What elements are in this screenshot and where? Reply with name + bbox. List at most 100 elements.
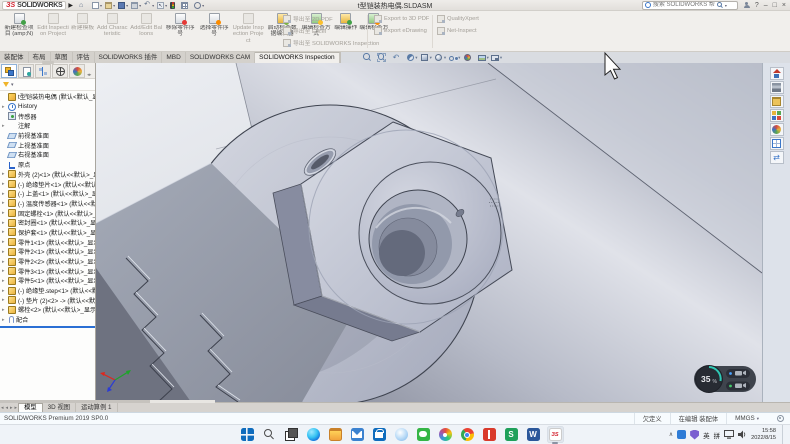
task-pane-tab[interactable] (770, 109, 784, 122)
ribbon-button[interactable]: Add Characteristic (95, 12, 129, 51)
weather-icon[interactable] (393, 426, 410, 443)
dropdown-caret-icon[interactable]: ▾ (458, 55, 460, 61)
ribbon-button[interactable]: 移除零件序号 (163, 12, 197, 51)
status-options-icon[interactable] (777, 415, 784, 422)
ime-language-indicator[interactable]: 英 (703, 430, 710, 440)
ribbon-button[interactable]: Edit Inspection Project (36, 12, 70, 51)
tab-property-manager[interactable] (18, 64, 34, 78)
tree-item[interactable]: ▸ (-) 绝缘垫.step<1> (默认<<默认>_ (0, 286, 95, 296)
dropdown-caret-icon[interactable]: ▾ (113, 3, 115, 8)
clock[interactable]: 15:58 2022/8/15 (751, 428, 776, 441)
chrome-icon[interactable] (459, 426, 476, 443)
document-tab[interactable]: 模型 (18, 403, 43, 412)
ribbon-button[interactable]: 选择零件序号 (197, 12, 231, 51)
quick-access-button[interactable]: ▾ (170, 2, 178, 9)
quick-access-button[interactable]: ▾ (131, 2, 141, 9)
help-button[interactable]: ? (755, 1, 759, 10)
security-shield-icon[interactable] (690, 430, 699, 440)
command-tab[interactable]: SOLIDWORKS 插件 (95, 52, 163, 63)
panel-splitter-handle[interactable] (42, 61, 54, 64)
tree-item[interactable]: ▸ 传感器 (0, 111, 95, 121)
ribbon-menu-item[interactable]: Net-Inspect (437, 26, 479, 35)
ribbon-button[interactable]: 新建检查项目 (amp;N) (2, 12, 36, 51)
word-icon[interactable]: W (525, 426, 542, 443)
heads-up-button[interactable]: ▾ (420, 53, 432, 62)
filter-caret-icon[interactable]: ▾ (11, 82, 14, 88)
hidden-icons-chevron[interactable]: ∧ (669, 431, 673, 438)
tree-item[interactable]: ▸ (-) 绝缘垫片<1> (默认<<默认>_显示 (0, 179, 95, 189)
tree-item[interactable]: ▸ 零件1<1> (默认<<默认>_显示状态 (0, 237, 95, 247)
menu-expand-arrow-icon[interactable]: ▶ (68, 2, 73, 9)
command-tab[interactable]: 评估 (73, 52, 95, 63)
file-explorer-icon[interactable] (327, 426, 344, 443)
tree-item[interactable]: ▸ (-) 垫片 (2)<2> -> (默认<<默认>_显 (0, 295, 95, 305)
tab-feature-tree[interactable] (1, 64, 17, 78)
store-icon[interactable] (371, 426, 388, 443)
ribbon-button[interactable]: Update Inspection Project (231, 12, 265, 51)
quick-access-button[interactable]: ⌂ ▾ (79, 2, 89, 9)
edge-icon[interactable] (305, 426, 322, 443)
search-button[interactable] (261, 426, 278, 443)
search-input[interactable] (653, 2, 715, 8)
heads-up-button[interactable]: ▾ (377, 53, 389, 62)
restore-button[interactable]: □ (773, 1, 777, 10)
tree-item[interactable]: ▸ History (0, 102, 95, 112)
dropdown-caret-icon[interactable]: ▾ (415, 55, 417, 61)
tree-item[interactable]: ▸ 固定螺栓<1> (默认<<默认>_显示状 (0, 208, 95, 218)
tree-item[interactable]: ▸ 螺栓<2> (默认<<默认>_显示状态 (0, 305, 95, 315)
ribbon-menu-item[interactable]: Export eDrawing (374, 26, 429, 35)
quick-access-button[interactable]: ▾ (105, 2, 115, 9)
dropdown-caret-icon[interactable]: ▾ (430, 55, 432, 61)
login-user-icon[interactable] (744, 2, 750, 8)
wps-icon[interactable]: S (503, 426, 520, 443)
task-pane-tab[interactable]: ⇄ (770, 151, 784, 164)
tab-scroll-arrows[interactable]: ◂ ▸ (87, 72, 90, 78)
filter-funnel-icon[interactable] (3, 82, 9, 87)
monitor-icon[interactable] (724, 430, 734, 439)
close-button[interactable]: × (782, 1, 786, 10)
units-selector[interactable]: MMGS ▾ (726, 413, 767, 424)
tree-item[interactable]: ▸ 外壳 (2)<1> (默认<<默认>_显示状态 (0, 170, 95, 180)
tab-display-manager[interactable] (69, 64, 85, 78)
tree-item[interactable]: ▸ 保护套<1> (默认<<默认>_显示状态 (0, 228, 95, 238)
dropdown-caret-icon[interactable]: ▾ (487, 55, 489, 61)
task-pane-tab[interactable] (770, 95, 784, 108)
tree-item[interactable]: ▸ 注解 (0, 121, 95, 131)
quick-access-button[interactable]: ▾ (92, 2, 102, 9)
start-button[interactable] (239, 426, 256, 443)
heads-up-button[interactable]: ▾ (406, 53, 418, 62)
tree-item[interactable]: ▸ 右视基准面 (0, 150, 95, 160)
heads-up-button[interactable]: ▾ (477, 53, 489, 62)
tree-split-bar[interactable] (0, 326, 95, 328)
task-view-button[interactable] (283, 426, 300, 443)
dropdown-caret-icon[interactable]: ▾ (165, 3, 167, 8)
task-pane-tab[interactable] (770, 67, 784, 80)
heads-up-button[interactable]: ▾ (434, 53, 446, 62)
graphics-viewport[interactable]: 35 % (96, 63, 762, 402)
tree-item[interactable]: ▸ 原点 (0, 160, 95, 170)
ribbon-menu-item[interactable]: 导出至 SOLIDWORKS Inspection 项目 (283, 38, 379, 47)
ribbon-menu-item[interactable]: 导出至 Excel (283, 26, 379, 35)
ribbon-menu-item[interactable]: Export to 3D PDF (374, 14, 429, 23)
quick-access-button[interactable]: ▾ (118, 2, 128, 9)
dropdown-caret-icon[interactable]: ▾ (139, 3, 141, 8)
document-tab[interactable]: 3D 视图 (43, 403, 76, 412)
reader-icon[interactable] (481, 426, 498, 443)
chat-icon[interactable] (415, 426, 432, 443)
dropdown-caret-icon[interactable]: ▾ (500, 55, 502, 61)
search-icon[interactable] (717, 2, 723, 8)
tree-item[interactable]: ▸ 零件2<1> (默认<<默认>_显示状态 (0, 247, 95, 257)
ribbon-button[interactable]: 新建模板 (70, 12, 95, 51)
tree-item[interactable]: ▸ (-) 上盖<1> (默认<<默认>_显示状态 (0, 189, 95, 199)
quick-access-button[interactable]: ↖ ▾ (157, 2, 167, 9)
heads-up-button[interactable]: ▾ (363, 53, 375, 62)
tree-item[interactable]: ▸ 前视基准面 (0, 131, 95, 141)
help-search-box[interactable]: ▾ (642, 1, 738, 10)
volume-icon[interactable] (738, 430, 747, 439)
photos-icon[interactable] (437, 426, 454, 443)
ribbon-menu-item[interactable]: 导出至 2D PDF (283, 14, 379, 23)
mail-icon[interactable] (349, 426, 366, 443)
minimize-button[interactable]: – (764, 1, 768, 10)
quick-access-button[interactable]: ▾ (194, 2, 204, 9)
tree-item[interactable]: ▸ (-) 温度传感器<1> (默认<<默认>_显 (0, 199, 95, 209)
